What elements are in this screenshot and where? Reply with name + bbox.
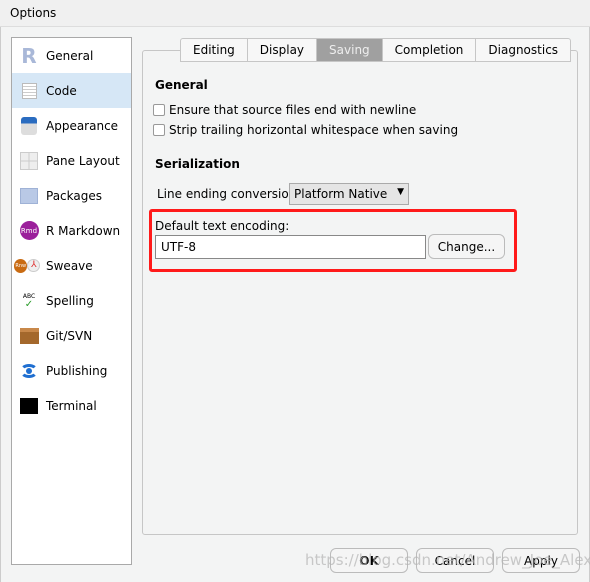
sidebar-item-sweave[interactable]: Rnw ⅄ Sweave: [12, 248, 131, 283]
checkbox-label: Ensure that source files end with newlin…: [169, 103, 417, 117]
git-box-icon: [18, 326, 40, 346]
sidebar-item-publishing[interactable]: Publishing: [12, 353, 131, 388]
chevron-down-icon: ▼: [397, 187, 404, 197]
sidebar-item-packages[interactable]: Packages: [12, 178, 131, 213]
sidebar-item-spelling[interactable]: ABC ✓ Spelling: [12, 283, 131, 318]
sidebar-item-label: Publishing: [46, 363, 108, 378]
publishing-icon: [18, 361, 40, 381]
ok-button[interactable]: OK: [330, 548, 408, 573]
package-box-icon: [18, 186, 40, 206]
sidebar-item-r-markdown[interactable]: Rmd R Markdown: [12, 213, 131, 248]
sidebar-item-label: Appearance: [46, 118, 119, 133]
sidebar-item-label: General: [46, 48, 94, 63]
sidebar-item-code[interactable]: Code: [12, 73, 131, 108]
sidebar-item-general[interactable]: R General: [12, 38, 131, 73]
spellcheck-icon: ABC ✓: [22, 292, 36, 310]
sidebar-item-label: Code: [46, 83, 77, 98]
sidebar-item-pane-layout[interactable]: Pane Layout: [12, 143, 131, 178]
change-encoding-button[interactable]: Change...: [428, 234, 505, 259]
cancel-button[interactable]: Cancel: [416, 548, 494, 573]
sidebar-item-label: Git/SVN: [46, 328, 93, 343]
window-title: Options: [0, 0, 590, 27]
tab-bar: Editing Display Saving Completion Diagno…: [180, 38, 572, 62]
sidebar-item-label: R Markdown: [46, 223, 121, 238]
apply-button[interactable]: Apply: [502, 548, 580, 573]
sidebar-item-git-svn[interactable]: Git/SVN: [12, 318, 131, 353]
encoding-input[interactable]: UTF-8: [155, 235, 426, 259]
tab-diagnostics[interactable]: Diagnostics: [476, 38, 572, 62]
sidebar: R General Code Appearance Pane Layout Pac…: [11, 37, 132, 565]
checkbox-box[interactable]: [153, 104, 165, 116]
sidebar-item-label: Terminal: [46, 398, 97, 413]
line-ending-select[interactable]: Platform Native ▼: [289, 183, 409, 205]
strip-whitespace-checkbox[interactable]: Strip trailing horizontal whitespace whe…: [153, 123, 458, 137]
tab-editing[interactable]: Editing: [180, 38, 248, 62]
general-heading: General: [155, 78, 208, 92]
sidebar-item-label: Spelling: [46, 293, 94, 308]
rmd-icon: Rmd: [18, 221, 40, 241]
terminal-icon: [18, 396, 40, 416]
encoding-label: Default text encoding:: [155, 219, 290, 233]
tab-saving[interactable]: Saving: [317, 38, 383, 62]
sidebar-item-label: Pane Layout: [46, 153, 120, 168]
r-logo-icon: R: [21, 43, 37, 68]
select-value: Platform Native: [294, 187, 388, 201]
checkbox-label: Strip trailing horizontal whitespace whe…: [169, 123, 459, 137]
tab-completion[interactable]: Completion: [382, 38, 477, 62]
sidebar-item-label: Sweave: [46, 258, 93, 273]
sidebar-item-label: Packages: [46, 188, 102, 203]
sidebar-item-terminal[interactable]: Terminal: [12, 388, 131, 423]
line-ending-label: Line ending conversion:: [157, 187, 301, 201]
paint-bucket-icon: [18, 116, 40, 136]
tab-display[interactable]: Display: [247, 38, 318, 62]
sweave-pdf-icon: Rnw ⅄: [14, 256, 40, 276]
checkbox-box[interactable]: [153, 124, 165, 136]
code-document-icon: [18, 81, 40, 101]
pane-grid-icon: [18, 151, 40, 171]
serialization-heading: Serialization: [155, 157, 240, 171]
sidebar-item-appearance[interactable]: Appearance: [12, 108, 131, 143]
ensure-newline-checkbox[interactable]: Ensure that source files end with newlin…: [153, 103, 416, 117]
